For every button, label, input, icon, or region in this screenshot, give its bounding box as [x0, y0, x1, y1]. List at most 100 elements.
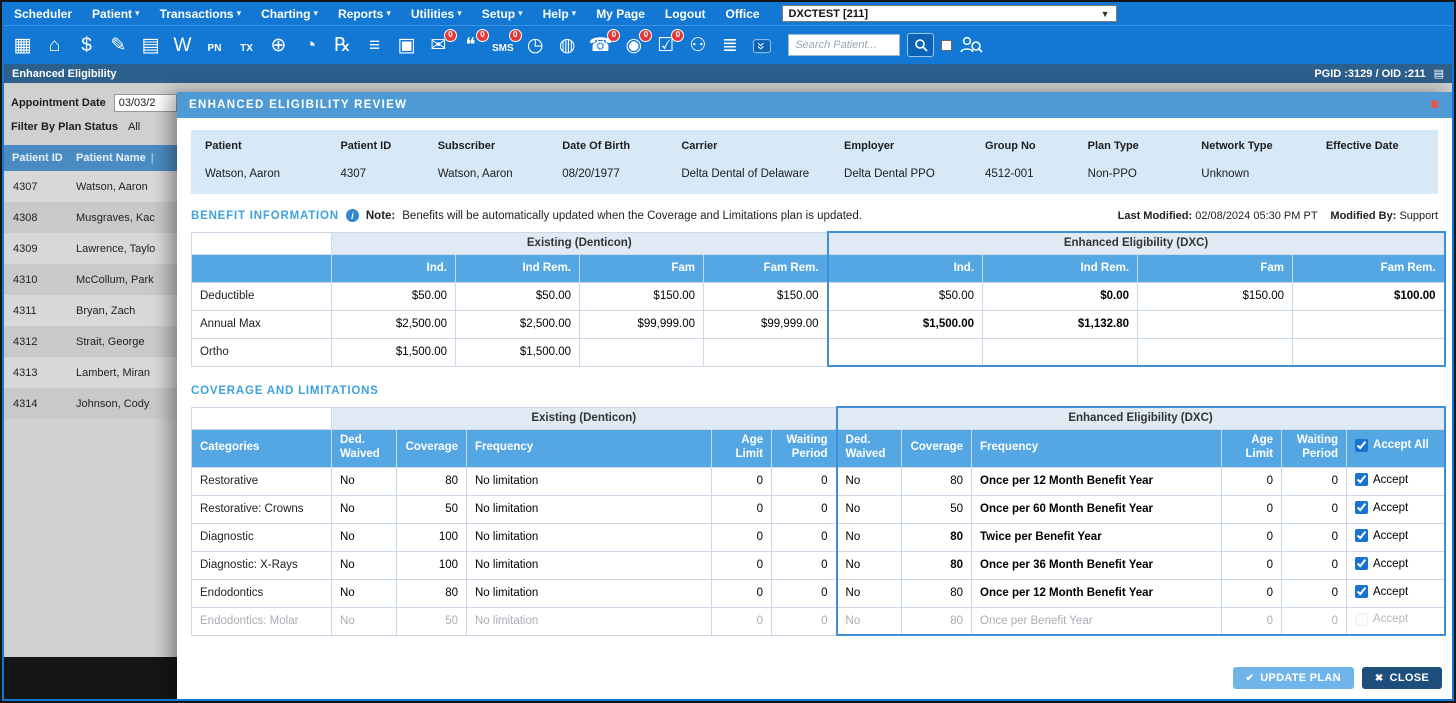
menu-item-scheduler[interactable]: Scheduler [14, 7, 72, 21]
menu-item-label: Help [543, 7, 569, 21]
memo-icon[interactable]: ≡ [364, 36, 385, 55]
patient-id-cell: 4308 [4, 212, 76, 224]
patient-id-header[interactable]: Patient ID [4, 152, 76, 164]
menu-item-transactions[interactable]: Transactions▾ [160, 7, 242, 21]
existing-group-header: Existing (Denticon) [332, 407, 837, 429]
coverage-existing-cell: 0 [772, 467, 837, 495]
accept-control[interactable]: Accept [1355, 501, 1408, 514]
pg-list-icon[interactable]: ▤ [1434, 67, 1444, 80]
support-icon[interactable]: ☎0 [589, 36, 613, 55]
menu-item-setup[interactable]: Setup▾ [482, 7, 523, 21]
accept-control[interactable]: Accept [1355, 529, 1408, 542]
patient-eligibility-search-icon[interactable] [959, 35, 983, 55]
world-clock-icon[interactable]: ◍ [557, 36, 578, 55]
clipboard-icon[interactable]: ▤ [140, 36, 161, 55]
collapse-icon[interactable]: » [751, 36, 772, 55]
info-field: Patient ID4307 [340, 140, 427, 180]
coverage-existing-cell: 0 [712, 467, 772, 495]
treatment-plan-icon[interactable]: TX [236, 36, 257, 55]
patient-name-cell: Lawrence, Taylo [76, 243, 177, 255]
accept-control[interactable]: Accept [1355, 585, 1408, 598]
menu-item-my-page[interactable]: My Page [596, 7, 645, 21]
home-icon[interactable]: ⌂ [44, 36, 65, 55]
patient-row[interactable]: 4311Bryan, Zach [4, 295, 177, 326]
close-button-label: CLOSE [1390, 672, 1429, 684]
menu-item-reports[interactable]: Reports▾ [338, 7, 391, 21]
patient-row[interactable]: 4310McCollum, Park [4, 264, 177, 295]
calendar-verify-icon[interactable]: ☑0 [655, 36, 676, 55]
menu-item-help[interactable]: Help▾ [543, 7, 577, 21]
accept-control[interactable]: Accept [1355, 557, 1408, 570]
patient-row[interactable]: 4312Strait, George [4, 326, 177, 357]
family-icon[interactable]: ⚇ [687, 36, 708, 55]
plan-status-filter-value[interactable]: All [128, 121, 140, 133]
menu-item-office[interactable]: Office [726, 7, 760, 21]
patient-row[interactable]: 4309Lawrence, Taylo [4, 233, 177, 264]
coverage-enhanced-cell: Once per 36 Month Benefit Year [972, 551, 1222, 579]
accept-cell: Accept [1347, 579, 1445, 607]
print-icon-glyph: ≣ [722, 35, 738, 56]
sms-icon[interactable]: SMS0 [492, 36, 514, 55]
patient-name-header[interactable]: Patient Name | [76, 152, 177, 164]
coverage-enhanced-cell: 80 [902, 551, 972, 579]
appointment-date-input[interactable]: 03/03/2 [114, 94, 177, 112]
time-clock-icon[interactable]: ◷ [525, 36, 546, 55]
outbound-mail-icon[interactable]: ✉0 [428, 36, 449, 55]
payments-icon[interactable]: $ [76, 36, 97, 55]
patient-row[interactable]: 4313Lambert, Miran [4, 357, 177, 388]
office-select[interactable]: DXCTEST [211] ▼ [782, 5, 1117, 22]
patient-id-cell: 4309 [4, 243, 76, 255]
edit-icon[interactable]: ✎ [108, 36, 129, 55]
benefit-row: Annual Max$2,500.00$2,500.00$99,999.00$9… [192, 310, 1445, 338]
patient-lookup-icon[interactable]: ◔ [300, 36, 321, 55]
benefit-enhanced-cell [1138, 310, 1293, 338]
rx-icon[interactable]: ℞ [332, 36, 353, 55]
menu-item-utilities[interactable]: Utilities▾ [411, 7, 462, 21]
rx-icon-glyph: ℞ [334, 35, 351, 56]
web-eligibility-icon[interactable]: ◉0 [623, 36, 644, 55]
documents-icon[interactable]: ▣ [396, 36, 417, 55]
chat-icon[interactable]: ❝0 [460, 36, 481, 55]
menu-item-charting[interactable]: Charting▾ [261, 7, 318, 21]
note-text: Benefits will be automatically updated w… [402, 210, 862, 222]
blank-cell [192, 254, 332, 282]
word-doc-icon[interactable]: W [172, 36, 193, 55]
benefit-existing-cell: $50.00 [332, 282, 456, 310]
patient-row[interactable]: 4314Johnson, Cody [4, 388, 177, 419]
schedule-icon[interactable]: ▦ [12, 36, 33, 55]
menu-item-label: Transactions [160, 7, 234, 21]
accept-checkbox[interactable] [1355, 529, 1368, 542]
accept-all-checkbox[interactable] [1355, 439, 1368, 452]
notification-badge: 0 [639, 29, 652, 42]
patient-row[interactable]: 4307Watson, Aaron [4, 171, 177, 202]
search-option-checkbox[interactable] [941, 40, 952, 51]
col-accept-all: Accept All [1347, 429, 1445, 467]
patient-row[interactable]: 4308Musgraves, Kac [4, 202, 177, 233]
accept-checkbox[interactable] [1355, 473, 1368, 486]
coverage-existing-cell: No [332, 467, 397, 495]
x-icon: ✖ [1375, 673, 1384, 684]
update-plan-button[interactable]: ✔ UPDATE PLAN [1233, 667, 1354, 689]
coverage-enhanced-cell: 0 [1222, 467, 1282, 495]
add-patient-icon[interactable]: ⊕ [268, 36, 289, 55]
existing-group-header: Existing (Denticon) [332, 232, 828, 254]
patient-search-input[interactable] [788, 34, 900, 56]
close-button[interactable]: ✖ CLOSE [1362, 667, 1442, 689]
accept-checkbox[interactable] [1355, 501, 1368, 514]
benefit-table: Existing (Denticon) Enhanced Eligibility… [191, 231, 1446, 367]
benefit-group-row: Existing (Denticon) Enhanced Eligibility… [192, 232, 1445, 254]
menu-item-patient[interactable]: Patient▾ [92, 7, 140, 21]
accept-checkbox[interactable] [1355, 557, 1368, 570]
caret-down-icon: ▾ [386, 8, 391, 19]
accept-control[interactable]: Accept [1355, 473, 1408, 486]
benefit-existing-cell: $150.00 [704, 282, 828, 310]
progress-notes-icon[interactable]: PN [204, 36, 225, 55]
search-button[interactable] [907, 33, 934, 57]
chat-icon-glyph: ❝ [465, 35, 475, 56]
print-icon[interactable]: ≣ [719, 36, 740, 55]
enhanced-group-header: Enhanced Eligibility (DXC) [828, 232, 1445, 254]
accept-checkbox[interactable] [1355, 585, 1368, 598]
close-icon[interactable]: ✖ [1429, 97, 1440, 113]
menu-item-logout[interactable]: Logout [665, 7, 706, 21]
coverage-category-cell: Diagnostic [192, 523, 332, 551]
